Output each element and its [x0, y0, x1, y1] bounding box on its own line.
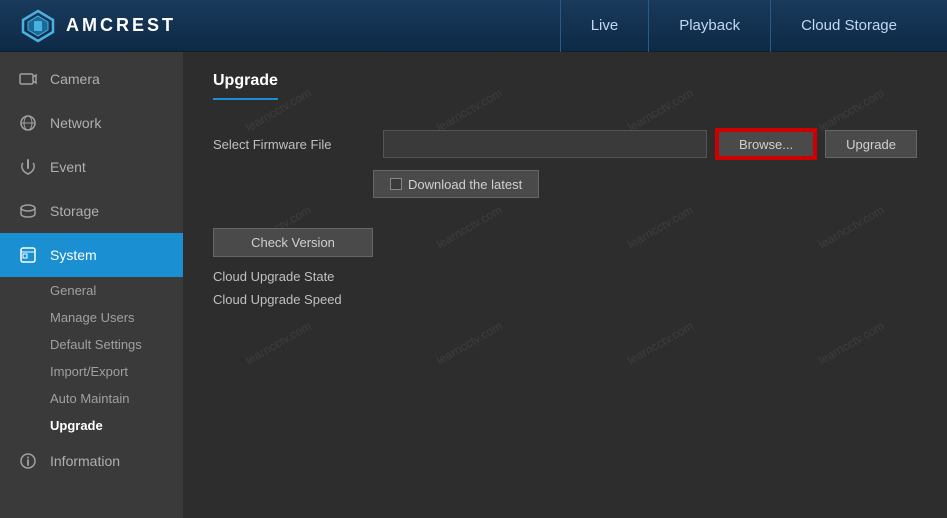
cloud-upgrade-state-row: Cloud Upgrade State [213, 269, 917, 284]
content-inner: Upgrade Select Firmware File Browse... U… [183, 52, 947, 335]
sidebar-sub-general[interactable]: General [0, 277, 183, 304]
network-icon [18, 113, 38, 133]
content-area: learncctv.com learncctv.com learncctv.co… [183, 52, 947, 518]
sidebar-label-storage: Storage [50, 203, 99, 219]
check-version-button[interactable]: Check Version [213, 228, 373, 257]
sidebar-item-event[interactable]: Event [0, 145, 183, 189]
sidebar-item-system[interactable]: System [0, 233, 183, 277]
download-label: Download the latest [408, 177, 522, 192]
info-icon [18, 451, 38, 471]
nav-items: Live Playback Cloud Storage [560, 0, 927, 52]
firmware-input[interactable] [383, 130, 707, 158]
download-latest-button[interactable]: Download the latest [373, 170, 539, 198]
nav-cloud-storage[interactable]: Cloud Storage [770, 0, 927, 52]
sidebar-label-system: System [50, 247, 97, 263]
header: AMCREST Live Playback Cloud Storage [0, 0, 947, 52]
cloud-upgrade-speed-row: Cloud Upgrade Speed [213, 292, 917, 307]
sidebar-item-camera[interactable]: Camera [0, 57, 183, 101]
nav-live[interactable]: Live [560, 0, 649, 52]
sidebar-item-network[interactable]: Network [0, 101, 183, 145]
page-title: Upgrade [213, 72, 278, 100]
sidebar-sub-upgrade[interactable]: Upgrade [0, 412, 183, 439]
sidebar-label-network: Network [50, 115, 101, 131]
camera-icon [18, 69, 38, 89]
cloud-upgrade-state-label: Cloud Upgrade State [213, 269, 334, 284]
sidebar-item-storage[interactable]: Storage [0, 189, 183, 233]
sidebar-label-event: Event [50, 159, 86, 175]
cloud-upgrade-speed-label: Cloud Upgrade Speed [213, 292, 342, 307]
upgrade-button[interactable]: Upgrade [825, 130, 917, 158]
logo-text: AMCREST [66, 15, 176, 36]
form-section: Select Firmware File Browse... Upgrade D… [213, 130, 917, 307]
main-layout: Camera Network Event [0, 52, 947, 518]
amcrest-logo-icon [20, 8, 56, 44]
sidebar: Camera Network Event [0, 52, 183, 518]
event-icon [18, 157, 38, 177]
sidebar-item-information[interactable]: Information [0, 439, 183, 483]
sidebar-sub-import-export[interactable]: Import/Export [0, 358, 183, 385]
nav-playback[interactable]: Playback [648, 0, 770, 52]
download-checkbox[interactable] [390, 178, 402, 190]
firmware-row: Select Firmware File Browse... Upgrade [213, 130, 917, 158]
logo-area: AMCREST [20, 8, 560, 44]
sidebar-label-information: Information [50, 453, 120, 469]
storage-icon [18, 201, 38, 221]
browse-button[interactable]: Browse... [717, 130, 815, 158]
sidebar-label-camera: Camera [50, 71, 100, 87]
system-icon [18, 245, 38, 265]
firmware-label: Select Firmware File [213, 137, 373, 152]
sidebar-sub-auto-maintain[interactable]: Auto Maintain [0, 385, 183, 412]
sidebar-sub-manage-users[interactable]: Manage Users [0, 304, 183, 331]
sidebar-sub-default-settings[interactable]: Default Settings [0, 331, 183, 358]
